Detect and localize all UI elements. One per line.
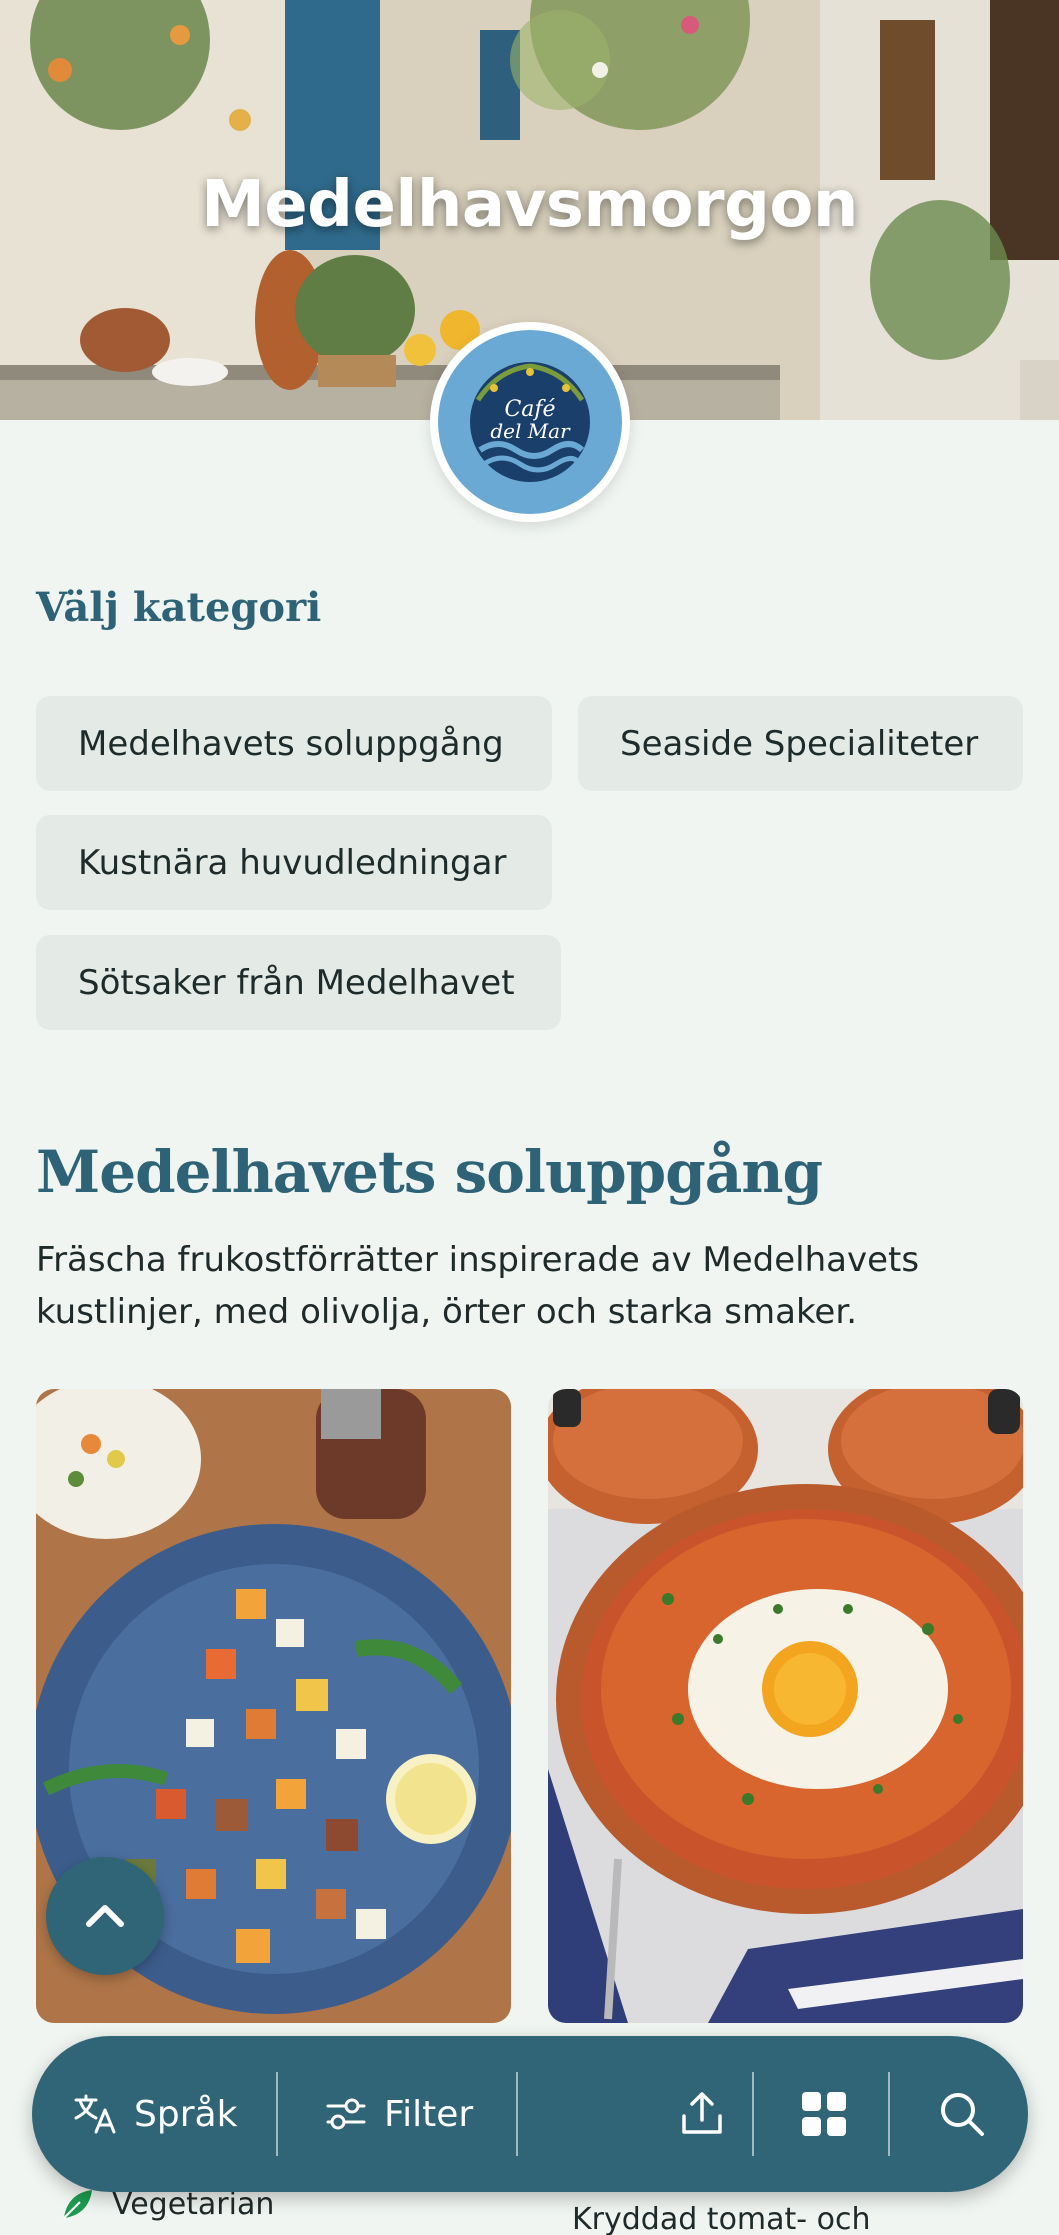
toolbar-divider bbox=[752, 2072, 754, 2156]
category-chip-sotsaker[interactable]: Sötsaker från Medelhavet bbox=[36, 935, 561, 1030]
shakshuka-image bbox=[548, 1389, 1023, 2023]
category-chip-label: Seaside Specialiteter bbox=[620, 723, 979, 764]
menu-item-image[interactable] bbox=[548, 1389, 1023, 2023]
share-button[interactable] bbox=[652, 2036, 752, 2192]
toolbar-divider bbox=[276, 2072, 278, 2156]
grid-view-button[interactable] bbox=[774, 2036, 874, 2192]
search-button[interactable] bbox=[912, 2036, 1012, 2192]
toolbar-divider bbox=[888, 2072, 890, 2156]
scroll-to-top-button[interactable] bbox=[46, 1857, 164, 1975]
toolbar-divider bbox=[516, 2072, 518, 2156]
section-description: Fräscha frukostförrätter inspirerade av … bbox=[36, 1240, 920, 1332]
category-chip-label: Kustnära huvudledningar bbox=[78, 842, 507, 883]
section-title: Medelhavets soluppgång bbox=[36, 1138, 823, 1206]
category-chip-label: Sötsaker från Medelhavet bbox=[78, 962, 515, 1003]
restaurant-logo: Café del Mar bbox=[430, 322, 630, 522]
share-icon bbox=[682, 2092, 722, 2134]
category-chip-label: Medelhavets soluppgång bbox=[78, 723, 504, 764]
category-chip-medelhavets-soluppgang[interactable]: Medelhavets soluppgång bbox=[36, 696, 552, 791]
language-button[interactable]: Språk bbox=[72, 2036, 292, 2192]
translate-icon bbox=[74, 2094, 116, 2134]
bottom-toolbar: Språk Filter bbox=[32, 2036, 1028, 2192]
filter-label: Filter bbox=[384, 2093, 474, 2135]
card-title-partial: Kryddad tomat- och bbox=[572, 2202, 871, 2235]
filter-button[interactable]: Filter bbox=[322, 2036, 522, 2192]
logo-text-line2: del Mar bbox=[490, 419, 571, 443]
category-chip-seaside-specialiteter[interactable]: Seaside Specialiteter bbox=[578, 696, 1023, 791]
filter-icon bbox=[326, 2098, 366, 2130]
search-icon bbox=[941, 2093, 984, 2136]
category-heading: Välj kategori bbox=[36, 584, 322, 631]
language-label: Språk bbox=[134, 2093, 238, 2135]
chevron-up-icon bbox=[86, 1905, 124, 1927]
grid-icon bbox=[802, 2092, 846, 2136]
category-chip-kustnara-huvudledningar[interactable]: Kustnära huvudledningar bbox=[36, 815, 552, 910]
page-title: Medelhavsmorgon bbox=[201, 168, 858, 242]
logo-emblem: Café del Mar bbox=[470, 362, 590, 482]
